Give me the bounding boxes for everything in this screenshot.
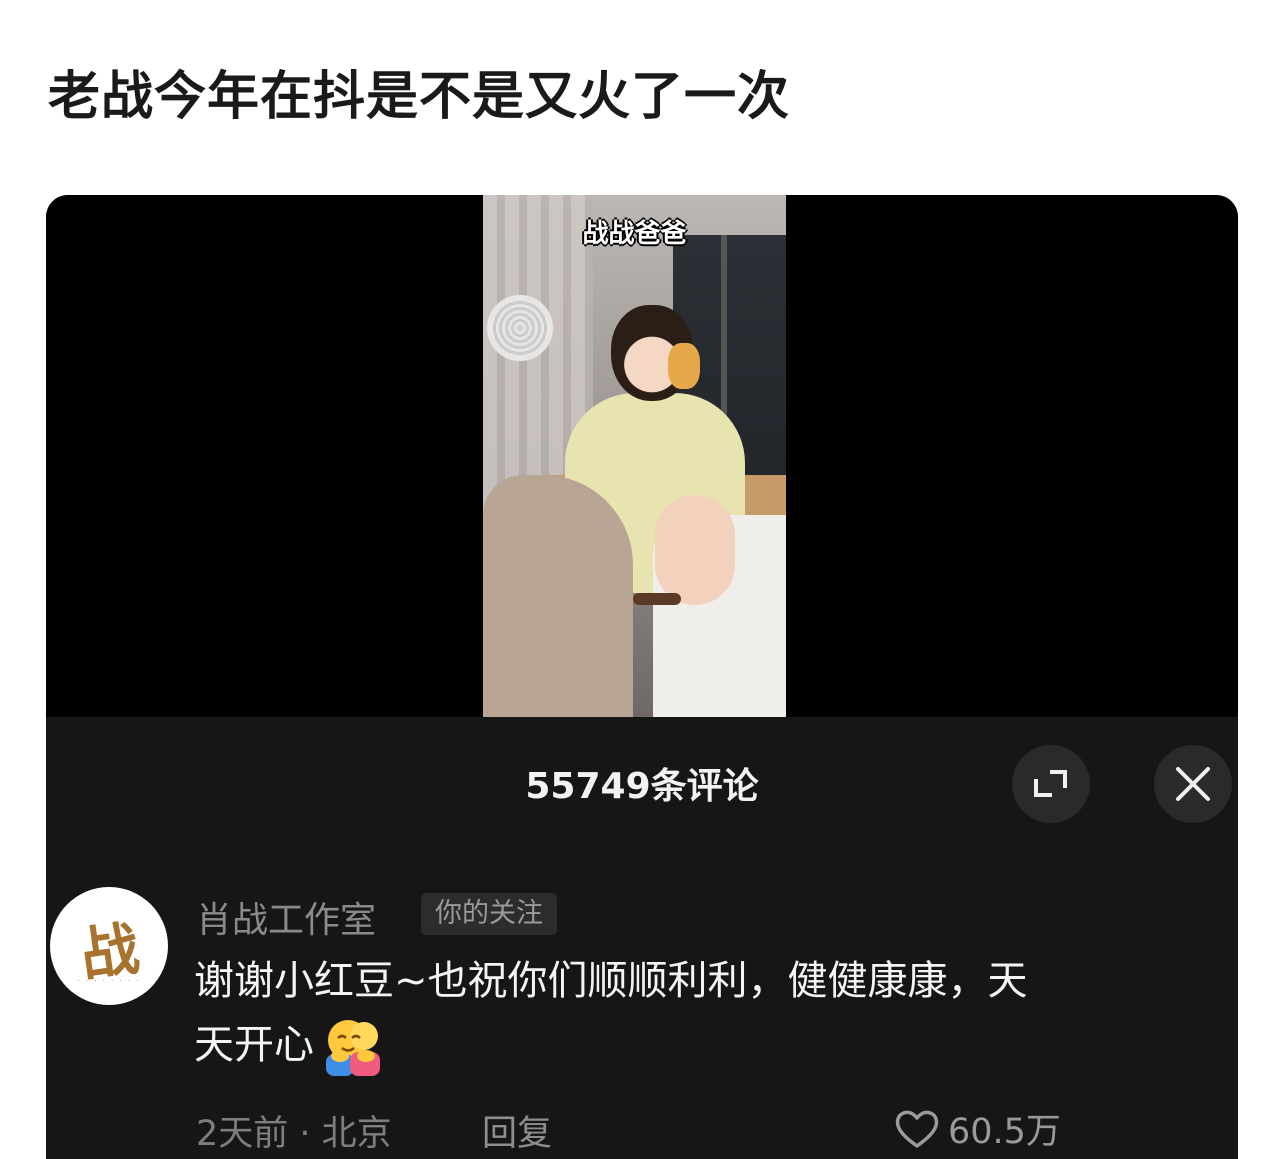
adult-arm xyxy=(483,475,633,717)
like-button[interactable]: 60.5万 xyxy=(894,1103,1061,1154)
reply-button[interactable]: 回复 xyxy=(482,1105,552,1156)
avatar-logo-subtext: · · · · · · · · xyxy=(77,977,141,985)
like-count: 60.5万 xyxy=(948,1112,1061,1152)
bracelet xyxy=(633,593,681,605)
video-area[interactable]: 战战爸爸 xyxy=(46,195,1238,717)
avatar[interactable]: 战 · · · · · · · · xyxy=(50,887,168,1005)
follow-badge: 你的关注 xyxy=(421,893,557,935)
video-frame[interactable]: 战战爸爸 xyxy=(483,195,786,717)
comment-text-line1: 谢谢小红豆~也祝你们顺顺利利，健健康康，天 xyxy=(194,958,1028,1004)
adult-hand xyxy=(655,495,735,605)
post-title: 老战今年在抖是不是又火了一次 xyxy=(48,67,791,127)
screenshot-card: 战战爸爸 55749条评论 战 · · · · · · · · 肖战工作室 你的… xyxy=(46,195,1238,1159)
hugging-emoji-icon xyxy=(318,1016,388,1078)
comments-panel: 55749条评论 战 · · · · · · · · 肖战工作室 你的关注 谢谢… xyxy=(46,717,1238,1159)
close-icon xyxy=(1176,767,1210,801)
comment-username[interactable]: 肖战工作室 xyxy=(196,891,376,943)
close-button[interactable] xyxy=(1154,745,1232,823)
comment-time-location: 2天前 · 北京 xyxy=(196,1114,392,1154)
heart-icon xyxy=(895,1110,939,1148)
toy-phone xyxy=(668,343,700,389)
comment-text: 谢谢小红豆~也祝你们顺顺利利，健健康康，天 天开心 xyxy=(194,949,1204,1078)
fan xyxy=(487,295,553,361)
expand-icon xyxy=(1034,770,1067,797)
page: 老战今年在抖是不是又火了一次 战战爸爸 55749条评论 战 · · · · ·… xyxy=(0,0,1284,1159)
expand-button[interactable] xyxy=(1012,745,1090,823)
comment-text-line2: 天开心 xyxy=(194,1022,314,1068)
video-caption: 战战爸爸 xyxy=(582,219,687,249)
